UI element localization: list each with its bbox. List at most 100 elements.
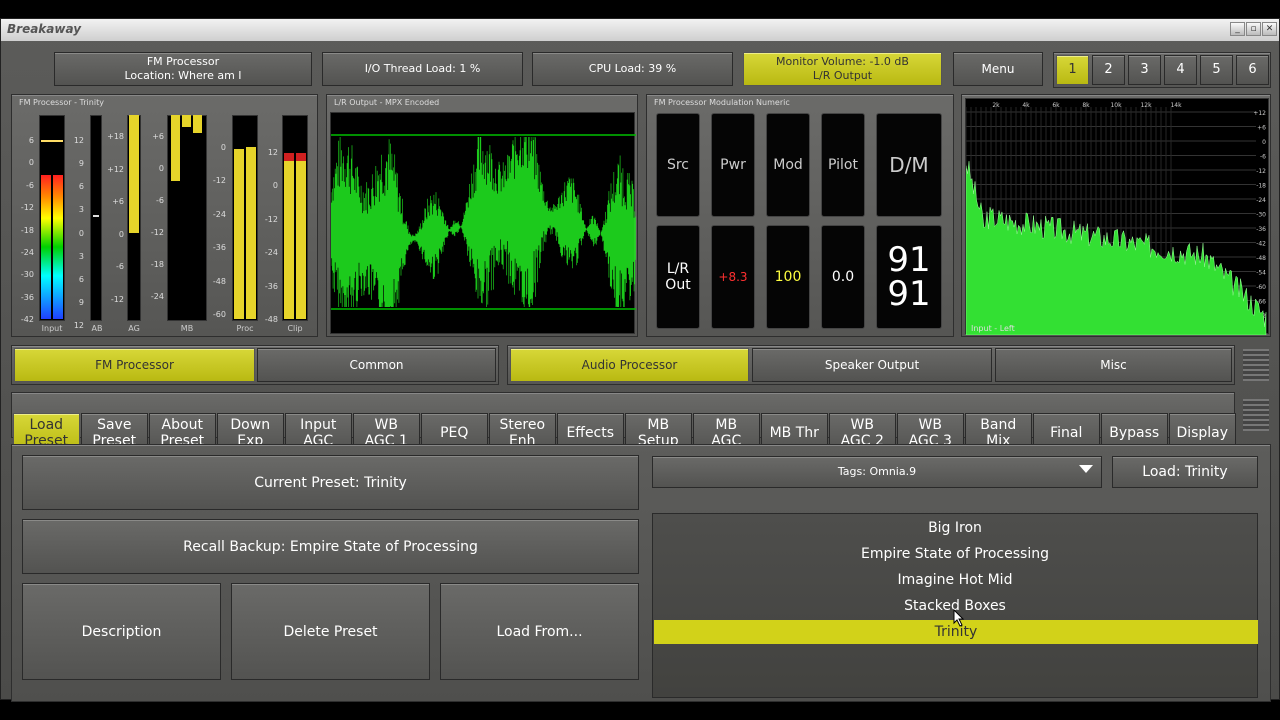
clip-left-bar <box>284 153 294 319</box>
meter-tick: 6 <box>28 136 34 145</box>
spectrum-db-tick: -12 <box>1256 168 1266 175</box>
nav-grip-handle[interactable] <box>1243 399 1269 431</box>
ag-bar <box>129 115 139 233</box>
mpx-waveform <box>330 134 636 310</box>
clip-right-bar <box>296 153 306 319</box>
meter-tick: 3 <box>78 205 84 215</box>
meter-tick: -60 <box>212 310 226 319</box>
tab-audio-processor[interactable]: Audio Processor <box>510 348 749 382</box>
list-item[interactable]: Empire State of Processing <box>653 542 1257 566</box>
scope-display <box>330 112 636 334</box>
meter-tick: -12 <box>110 295 124 304</box>
window-title: Breakaway <box>7 22 82 36</box>
meter-tick: -24 <box>150 292 164 301</box>
meters-title: FM Processor - Trinity <box>19 98 104 107</box>
close-button[interactable]: ✕ <box>1262 22 1277 36</box>
maximize-button[interactable]: ▫ <box>1246 22 1261 36</box>
description-button[interactable]: Description <box>22 583 221 680</box>
meter-tick: 0 <box>118 229 124 239</box>
meter-tick: -6 <box>156 196 164 205</box>
meter-tick: -18 <box>20 225 34 235</box>
io-thread-load: I/O Thread Load: 1 % <box>322 52 523 86</box>
meter-tick: 0 <box>28 158 34 168</box>
meter-tick: -6 <box>116 262 124 272</box>
spectrum-display: +12+60-6-12-18-24-30-36-42-48-54-60-66-7… <box>965 98 1269 336</box>
meter-tick: -12 <box>150 228 164 237</box>
meter-tick: -12 <box>212 176 226 186</box>
scope-panel: L/R Output - MPX Encoded <box>326 94 638 337</box>
app-window: Breakaway _ ▫ ✕ FM Processor Location: W… <box>0 18 1280 702</box>
waveform-trace <box>330 137 636 307</box>
dm-header: D/M <box>876 113 942 217</box>
meter-tick: -30 <box>20 270 34 280</box>
meter-tick: -24 <box>212 209 226 219</box>
spectrum-panel: +12+60-6-12-18-24-30-36-42-48-54-60-66-7… <box>961 94 1271 337</box>
meter-tick: 3 <box>78 251 84 261</box>
fm-processor-title: FM Processor <box>146 55 220 68</box>
title-bar: Breakaway _ ▫ ✕ <box>1 19 1279 41</box>
tags-label: Tags: Omnia.9 <box>837 465 917 478</box>
section-grip-handle[interactable] <box>1243 349 1269 381</box>
preset-slot-2[interactable]: 2 <box>1092 55 1125 85</box>
spectrum-db-tick: -6 <box>1260 154 1266 161</box>
spectrum-db-tick: -18 <box>1256 183 1266 190</box>
dm-value: 91 91 <box>876 225 942 329</box>
spectrum-db-tick: 0 <box>1262 139 1266 146</box>
delete-preset-button[interactable]: Delete Preset <box>231 583 430 680</box>
spectrum-db-tick: -42 <box>1256 241 1266 248</box>
modulation-title: FM Processor Modulation Numeric <box>654 98 790 107</box>
meter-tick: +18 <box>107 132 124 141</box>
preset-slot-6[interactable]: 6 <box>1236 55 1269 85</box>
meter-tick: 6 <box>78 182 84 192</box>
monitor-volume-button[interactable]: Monitor Volume: -1.0 dB L/R Output <box>743 52 942 86</box>
meter-label: Clip <box>287 324 303 333</box>
tab-fm-processor[interactable]: FM Processor <box>14 348 255 382</box>
preset-slot-5[interactable]: 5 <box>1200 55 1233 85</box>
mb-bar-3 <box>193 115 202 133</box>
meter-tick: 0 <box>272 181 278 191</box>
preset-slot-1[interactable]: 1 <box>1056 55 1089 85</box>
pwr-header: Pwr <box>711 113 755 217</box>
mb-bar-2 <box>182 115 191 127</box>
preset-slot-4[interactable]: 4 <box>1164 55 1197 85</box>
spectrum-db-tick: -60 <box>1256 284 1266 291</box>
tab-misc[interactable]: Misc <box>995 348 1232 382</box>
ab-meter <box>90 115 102 321</box>
load-from-button[interactable]: Load From... <box>440 583 639 680</box>
spectrum-graph: +12+60-6-12-18-24-30-36-42-48-54-60-66-7… <box>965 102 1267 336</box>
meter-label: Proc <box>236 324 254 333</box>
spectrum-freq-tick: 14k <box>1170 102 1182 109</box>
meter-tick: -36 <box>212 243 226 253</box>
tab-common[interactable]: Common <box>257 348 496 382</box>
meter-tick: +12 <box>107 164 124 174</box>
meter-tick: -18 <box>150 260 164 269</box>
meter-tick: 9 <box>78 297 84 307</box>
menu-button[interactable]: Menu <box>953 52 1043 86</box>
recall-backup-button[interactable]: Recall Backup: Empire State of Processin… <box>22 519 639 574</box>
minimize-button[interactable]: _ <box>1230 22 1245 36</box>
mb-bar-1 <box>171 115 180 181</box>
current-preset-button[interactable]: Current Preset: Trinity <box>22 455 639 510</box>
proc-left-bar <box>234 149 244 319</box>
tags-dropdown[interactable]: Tags: Omnia.9 <box>652 456 1102 488</box>
list-item[interactable]: Big Iron <box>653 516 1257 540</box>
spectrum-db-tick: -54 <box>1256 270 1266 277</box>
pwr-value: +8.3 <box>711 225 755 329</box>
meter-tick: -36 <box>264 281 278 291</box>
meter-label: AG <box>128 324 140 333</box>
meter-tick: 12 <box>267 148 278 157</box>
scope-title: L/R Output - MPX Encoded <box>334 98 440 107</box>
meter-tick: 0 <box>78 228 84 238</box>
dm-top-value: 91 <box>887 240 931 280</box>
fm-processor-info[interactable]: FM Processor Location: Where am I <box>54 52 312 86</box>
load-preset-button[interactable]: Load: Trinity <box>1112 456 1258 488</box>
meter-tick: 0 <box>220 143 226 152</box>
input-meter-left-bar <box>41 175 51 319</box>
preset-slot-3[interactable]: 3 <box>1128 55 1161 85</box>
monitor-output-label: L/R Output <box>812 69 873 82</box>
meters-panel: FM Processor - Trinity 6 0 -6 -12 -18 -24 -30 -… <box>11 94 318 337</box>
tab-speaker-output[interactable]: Speaker Output <box>752 348 992 382</box>
meter-tick: 12 <box>73 136 84 145</box>
list-item[interactable]: Imagine Hot Mid <box>653 568 1257 592</box>
meter-tick: +6 <box>152 132 164 141</box>
